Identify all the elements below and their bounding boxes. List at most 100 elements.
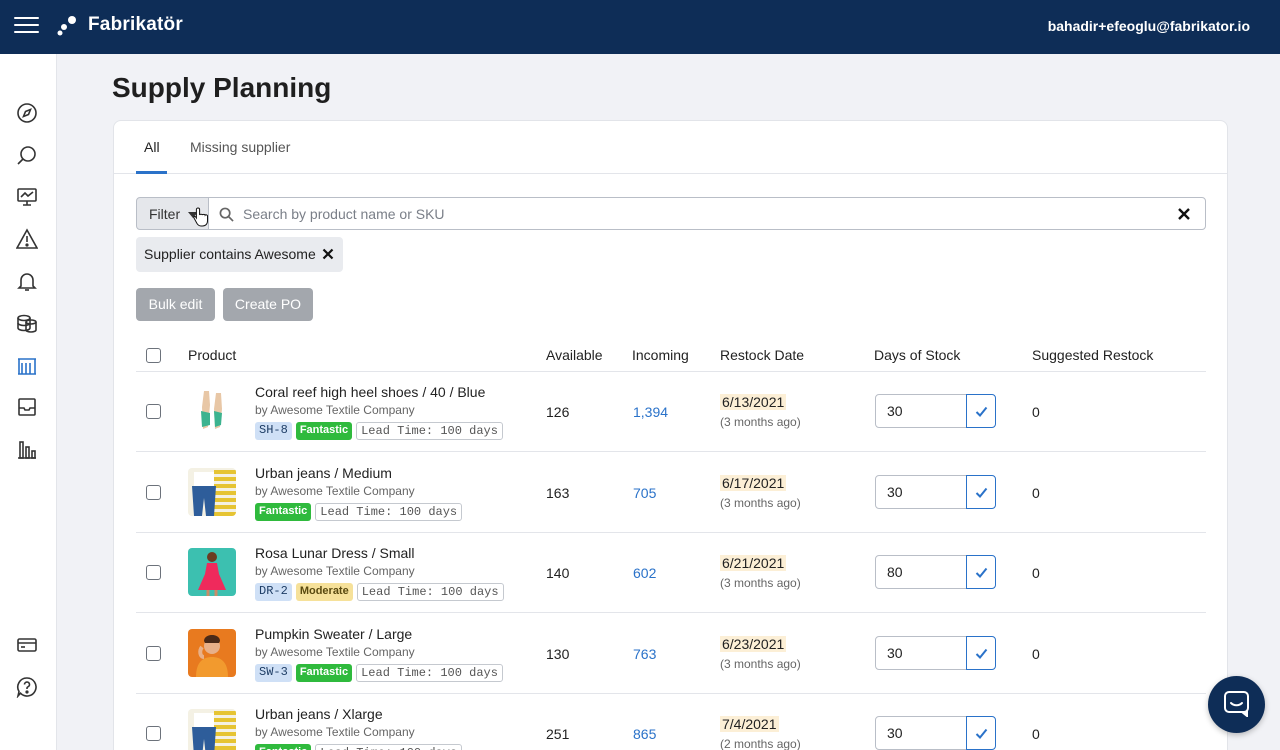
days-of-stock-input[interactable] <box>875 474 967 509</box>
row-checkbox[interactable] <box>146 404 161 419</box>
table-header: Product Available Incoming Restock Date … <box>136 339 1206 372</box>
check-icon <box>975 567 988 578</box>
lead-time-badge: Lead Time: 100 days <box>356 422 503 440</box>
days-confirm-button[interactable] <box>966 474 996 509</box>
restock-relative: (2 months ago) <box>720 737 801 750</box>
product-name[interactable]: Rosa Lunar Dress / Small <box>255 545 415 561</box>
sku-badge: SH-8 <box>255 422 292 440</box>
create-po-button[interactable]: Create PO <box>223 288 313 321</box>
search-box <box>208 197 1206 230</box>
restock-date: 6/17/2021 <box>720 474 787 491</box>
logo-icon <box>57 16 76 36</box>
product-name[interactable]: Pumpkin Sweater / Large <box>255 626 412 642</box>
bar-chart-icon[interactable] <box>16 438 38 460</box>
grade-badge: Fantastic <box>255 502 312 521</box>
close-icon[interactable] <box>1177 207 1191 221</box>
incoming-link[interactable]: 705 <box>633 485 656 501</box>
page-title: Supply Planning <box>112 72 332 103</box>
days-confirm-button[interactable] <box>966 716 996 750</box>
restock-relative: (3 months ago) <box>720 576 801 590</box>
filter-label: Filter <box>149 206 181 222</box>
product-tags: Fantastic Lead Time: 100 days <box>255 744 463 750</box>
warehouse-icon[interactable] <box>16 354 38 376</box>
incoming-link[interactable]: 865 <box>633 726 656 742</box>
incoming-link[interactable]: 763 <box>633 646 656 662</box>
check-icon <box>975 648 988 659</box>
days-of-stock-input[interactable] <box>875 394 967 428</box>
product-tags: Fantastic Lead Time: 100 days <box>255 502 463 521</box>
header-days-of-stock[interactable]: Days of Stock <box>874 347 960 363</box>
table-row: Coral reef high heel shoes / 40 / Blue b… <box>136 372 1206 452</box>
search-input[interactable] <box>243 204 1163 224</box>
product-thumbnail[interactable] <box>188 628 236 677</box>
days-confirm-button[interactable] <box>966 394 996 428</box>
product-name[interactable]: Coral reef high heel shoes / 40 / Blue <box>255 384 485 400</box>
bell-icon[interactable] <box>16 270 38 292</box>
header-available[interactable]: Available <box>546 347 603 363</box>
help-icon[interactable] <box>16 676 38 699</box>
product-thumbnail[interactable] <box>188 467 236 516</box>
days-of-stock-input[interactable] <box>875 635 967 670</box>
header-restock-date[interactable]: Restock Date <box>720 347 804 363</box>
bulk-edit-button[interactable]: Bulk edit <box>136 288 215 321</box>
product-vendor: by Awesome Textile Company <box>255 483 415 498</box>
available-count: 163 <box>546 484 570 501</box>
inbox-icon[interactable] <box>16 396 38 418</box>
menu-icon[interactable] <box>14 17 39 35</box>
row-checkbox[interactable] <box>146 726 161 741</box>
tab-bar: All Missing supplier <box>114 121 1227 174</box>
compass-icon[interactable] <box>16 102 38 124</box>
product-name[interactable]: Urban jeans / Xlarge <box>255 706 383 722</box>
suggested-restock: 0 <box>1032 726 1040 742</box>
supply-planning-card: All Missing supplier Filter Supplier con… <box>113 120 1228 750</box>
available-count: 130 <box>546 645 570 662</box>
header-product[interactable]: Product <box>188 347 236 363</box>
billing-icon[interactable] <box>16 634 38 656</box>
dashboard-icon[interactable] <box>16 186 38 208</box>
product-name[interactable]: Urban jeans / Medium <box>255 465 392 481</box>
tab-missing-supplier[interactable]: Missing supplier <box>190 139 290 155</box>
product-vendor: by Awesome Textile Company <box>255 644 415 659</box>
lead-time-badge: Lead Time: 100 days <box>315 502 463 521</box>
days-of-stock-input[interactable] <box>875 555 967 589</box>
remove-filter-icon[interactable] <box>322 248 334 260</box>
lead-time-badge: Lead Time: 100 days <box>356 663 503 682</box>
restock-relative: (3 months ago) <box>720 415 801 429</box>
restock-relative: (3 months ago) <box>720 656 801 671</box>
hand-cursor-icon <box>193 207 208 227</box>
incoming-link[interactable]: 602 <box>633 565 656 581</box>
restock-date: 6/21/2021 <box>720 555 787 571</box>
lead-time-badge: Lead Time: 100 days <box>315 744 463 750</box>
days-confirm-button[interactable] <box>966 635 996 670</box>
row-checkbox[interactable] <box>146 645 161 661</box>
product-thumbnail[interactable] <box>188 709 236 750</box>
header-incoming[interactable]: Incoming <box>632 347 689 363</box>
product-thumbnail[interactable] <box>188 387 236 435</box>
user-email[interactable]: bahadir+efeoglu@fabrikator.io <box>1048 18 1250 34</box>
grade-badge: Moderate <box>295 583 353 601</box>
product-thumbnail[interactable] <box>188 548 236 596</box>
available-count: 140 <box>546 565 570 581</box>
search-icon[interactable] <box>16 144 38 166</box>
tab-all[interactable]: All <box>144 139 160 155</box>
row-checkbox[interactable] <box>146 565 161 580</box>
select-all-checkbox[interactable] <box>146 348 161 363</box>
days-confirm-button[interactable] <box>966 555 996 589</box>
days-of-stock-input[interactable] <box>875 716 967 750</box>
row-checkbox[interactable] <box>146 484 161 500</box>
chat-button[interactable] <box>1208 676 1265 733</box>
check-icon <box>975 406 988 417</box>
table-row: Urban jeans / Medium by Awesome Textile … <box>136 453 1206 533</box>
suggested-restock: 0 <box>1032 645 1040 662</box>
check-icon <box>975 487 988 498</box>
restock-relative: (3 months ago) <box>720 495 801 510</box>
table-row: Urban jeans / Xlarge by Awesome Textile … <box>136 694 1206 750</box>
alert-icon[interactable] <box>15 228 39 250</box>
brand-name: Fabrikatör <box>88 14 183 35</box>
filter-chip-label: Supplier contains Awesome <box>144 246 316 262</box>
product-tags: SW-3 Fantastic Lead Time: 100 days <box>255 663 503 682</box>
header-suggested-restock[interactable]: Suggested Restock <box>1032 347 1153 363</box>
grade-badge: Fantastic <box>295 663 353 682</box>
coins-icon[interactable] <box>16 312 38 334</box>
incoming-link[interactable]: 1,394 <box>633 404 668 420</box>
